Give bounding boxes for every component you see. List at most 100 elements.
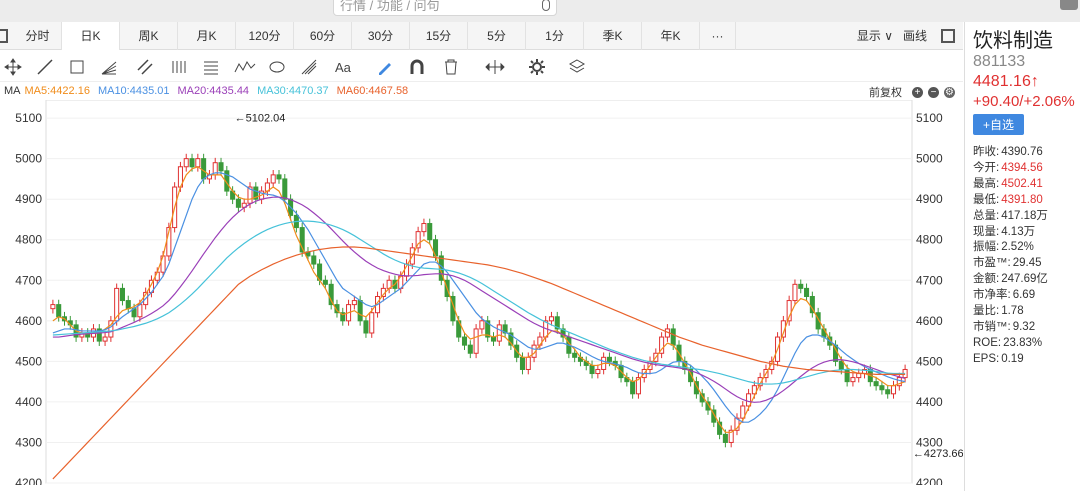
stat-value: 4502.41 [1001,177,1043,190]
tab-12[interactable]: ··· [700,21,736,50]
stat-row: 昨收: 4390.76 [973,145,1080,161]
candle-body [589,364,595,375]
extreme-annotation: ←4273.66 [913,448,963,460]
fibonacci-tool-icon[interactable] [170,58,188,76]
text-lines-tool-icon[interactable] [202,58,220,76]
y-tick-label-right: 4200 [916,476,943,485]
plot-frame [45,100,913,484]
candle-body [804,287,810,298]
tab-2[interactable]: 周K [120,21,178,50]
pitchfork-tool-icon[interactable] [300,58,318,76]
y-tick-label-left: 4400 [15,395,42,409]
y-tick-label-left: 4500 [15,354,42,368]
cycle-tool-icon[interactable] [268,58,286,76]
stat-value: 23.83% [1003,336,1043,349]
y-tick-label-right: 4700 [916,273,943,287]
tab-0[interactable]: 分时 [14,21,62,50]
interval-tool-icon[interactable] [484,58,506,76]
side-panel-toggle-icon[interactable] [941,28,955,43]
stat-label: 量比: [973,305,1000,318]
ma-legend-toggle[interactable]: MA [4,85,21,97]
candle-body [50,304,56,310]
crosshair-tool-icon[interactable] [4,58,22,76]
settings-gear-icon[interactable] [528,58,546,76]
stat-value: 9.32 [1012,320,1036,333]
search-input[interactable]: 行情 / 功能 / 问句 [333,0,557,16]
stat-label: 现量: [973,225,1000,238]
tab-10[interactable]: 季K [584,21,642,50]
stat-value: 29.45 [1012,257,1042,270]
skin-icon[interactable] [1060,0,1078,10]
stat-row: 振幅: 2.52% [973,240,1080,256]
layers-icon[interactable] [568,58,586,76]
candle-body [606,356,612,362]
display-menu[interactable]: 显示 ∨ [857,27,893,44]
candle-body [218,162,224,172]
candle-body [369,312,375,334]
search-placeholder: 行情 / 功能 / 问句 [340,0,440,13]
ma-item-2: MA20:4435.44 [177,85,250,97]
y-tick-label-left: 4900 [15,192,42,206]
trash-icon[interactable] [442,58,460,76]
candle-body [363,320,369,334]
candle-body [722,433,728,443]
candle-body [548,316,554,322]
stat-label: 市盈™: [973,257,1011,270]
adjust-menu[interactable]: 前复权 [869,84,902,100]
tab-9[interactable]: 1分 [526,21,584,50]
tab-3[interactable]: 月K [178,21,236,50]
line-tool-icon[interactable] [36,58,54,76]
candle-body [873,381,879,387]
stat-value: 4391.80 [1001,193,1043,206]
y-tick-label-left: 4700 [15,273,42,287]
ma-line-ma5 [52,166,906,433]
y-tick-label-right: 4900 [916,192,943,206]
panel-toggle-icon[interactable] [0,28,8,43]
candle-body [890,385,897,395]
indicator-settings-icon[interactable]: ⚙ [944,86,955,98]
draw-line-button[interactable]: 画线 [903,27,927,44]
tab-7[interactable]: 15分 [410,21,468,50]
ma-item-4: MA60:4467.58 [336,85,409,97]
pen-tool-icon[interactable] [376,58,394,76]
candle-body [525,356,531,370]
y-tick-label-left: 4200 [15,476,42,485]
tab-5[interactable]: 60分 [294,21,352,50]
stat-row: 今开: 4394.56 [973,161,1080,177]
candle-body [838,360,844,370]
zoom-in-icon[interactable]: + [912,86,923,98]
tab-1[interactable]: 日K [62,21,120,50]
tab-8[interactable]: 5分 [468,21,526,50]
text-tool-icon[interactable]: Aa [334,58,356,76]
zoom-out-icon[interactable]: − [928,86,939,98]
tab-4[interactable]: 120分 [236,21,294,50]
candle-body [270,174,276,184]
rectangle-tool-icon[interactable] [68,58,86,76]
ma-items: MA5:4422.16 MA10:4435.01 MA20:4435.44 MA30:… [25,85,417,97]
title-bar: 行情 / 功能 / 问句 [0,0,1080,22]
stock-name: 饮料制造 [973,30,1053,52]
microphone-icon[interactable] [542,0,550,11]
candle-body [125,300,131,310]
add-watchlist-button[interactable]: +自选 [973,114,1025,135]
stat-row: EPS: 0.19 [973,352,1080,368]
y-tick-label-right: 5000 [916,152,943,166]
stat-value: 6.69 [1012,289,1036,302]
y-tick-label-right: 4500 [916,354,943,368]
candle-body [311,255,317,265]
channel-tool-icon[interactable] [136,58,154,76]
y-tick-label-right: 4400 [916,395,943,409]
candle-body [885,389,891,395]
kline-chart[interactable]: 4200 42004300 43004400 44004500 45004600 4600… [0,100,963,485]
magnet-icon[interactable] [408,58,426,76]
stat-row: 最低: 4391.80 [973,193,1080,209]
ma-legend: MA MA5:4422.16 MA10:4435.01 MA20:4435.44 MA… [0,83,963,99]
wave-tool-icon[interactable] [234,58,256,76]
fan-tool-icon[interactable] [100,58,118,76]
candle-body [322,279,328,285]
tab-6[interactable]: 30分 [352,21,410,50]
candle-body [595,368,601,375]
stat-value: 2.52% [1001,241,1034,254]
tab-11[interactable]: 年K [642,21,700,50]
ma-item-3: MA30:4470.37 [257,85,329,97]
